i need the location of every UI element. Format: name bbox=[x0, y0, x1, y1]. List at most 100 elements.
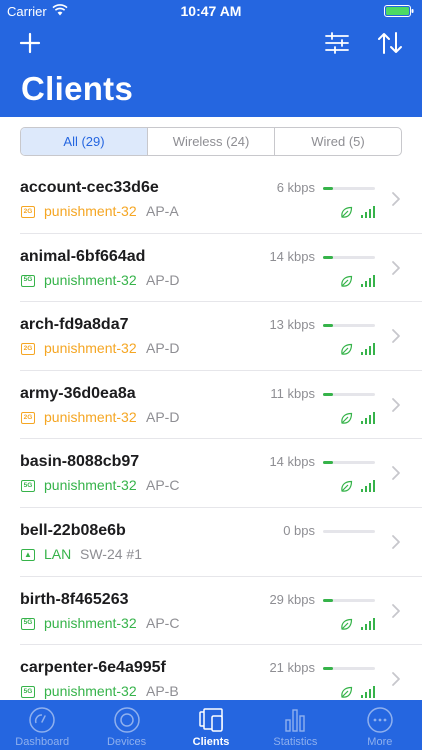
tab-label: Clients bbox=[192, 736, 230, 748]
tab-label: More bbox=[367, 736, 393, 748]
client-name: carpenter-6e4a995f bbox=[20, 659, 166, 677]
client-list: account-cec33d6e 2G punishment-32 AP-A 6 kbp… bbox=[0, 165, 422, 700]
client-row[interactable]: carpenter-6e4a995f 5G punishment-32 AP-B 21 … bbox=[0, 645, 422, 700]
usage-bar-fill bbox=[323, 461, 334, 465]
chevron-right-icon bbox=[392, 192, 400, 206]
segment-wired[interactable]: Wired (5) bbox=[275, 128, 401, 155]
tab-more[interactable]: More bbox=[338, 700, 422, 750]
usage-bar-fill bbox=[323, 324, 334, 328]
network-name: punishment-32 bbox=[44, 477, 137, 494]
access-point-name: AP-A bbox=[146, 203, 179, 219]
client-name: army-36d0ea8a bbox=[20, 384, 136, 402]
network-name: punishment-32 bbox=[44, 271, 137, 288]
throughput-rate: 29 kbps bbox=[269, 591, 315, 607]
leaf-icon bbox=[341, 206, 353, 218]
tab-devices[interactable]: Devices bbox=[84, 700, 168, 750]
leaf-icon bbox=[341, 344, 353, 355]
tab-clients[interactable]: Clients bbox=[169, 700, 253, 750]
client-row[interactable]: account-cec33d6e 2G punishment-32 AP-A 6 kbp… bbox=[0, 165, 422, 234]
throughput-rate: 13 kbps bbox=[269, 317, 315, 333]
band-badge: 5G bbox=[21, 480, 35, 493]
chevron-right-icon bbox=[392, 466, 400, 481]
dashboard-icon bbox=[29, 707, 55, 733]
usage-bar bbox=[323, 598, 375, 602]
client-row[interactable]: basin-8088cb97 5G punishment-32 AP-C 14 kbps bbox=[0, 439, 422, 508]
chevron-right-icon bbox=[392, 397, 400, 412]
usage-bar bbox=[323, 667, 375, 671]
chevron-right-icon bbox=[392, 260, 400, 275]
status-bar: Carrier 10:47 AM bbox=[0, 0, 422, 22]
client-name: basin-8088cb97 bbox=[20, 453, 140, 471]
usage-bar-fill bbox=[323, 598, 334, 602]
tab-label: Statistics bbox=[273, 736, 318, 748]
client-name: animal-6bf664ad bbox=[20, 247, 146, 265]
sort-icon[interactable] bbox=[377, 31, 403, 55]
tab-bar: Dashboard Devices Clients Statistics Mor… bbox=[0, 700, 422, 750]
chevron-right-icon bbox=[392, 672, 400, 687]
leaf-icon bbox=[341, 618, 353, 630]
leaf-icon bbox=[341, 275, 353, 287]
client-row[interactable]: army-36d0ea8a 2G punishment-32 AP-D 11 kbps bbox=[0, 371, 422, 440]
network-name: punishment-32 bbox=[44, 408, 137, 425]
throughput-rate: 21 kbps bbox=[269, 660, 315, 676]
throughput-rate: 14 kbps bbox=[269, 454, 315, 470]
filter-settings-icon[interactable] bbox=[324, 31, 350, 55]
signal-strength-icon bbox=[361, 343, 375, 356]
usage-bar bbox=[323, 324, 375, 328]
chevron-right-icon bbox=[392, 329, 400, 344]
signal-strength-icon bbox=[361, 686, 375, 699]
tab-label: Dashboard bbox=[15, 736, 70, 748]
network-name: punishment-32 bbox=[44, 203, 137, 219]
throughput-rate: 0 bps bbox=[283, 523, 315, 538]
clock: 10:47 AM bbox=[180, 3, 242, 19]
usage-bar bbox=[323, 255, 375, 259]
page-title: Clients bbox=[21, 70, 134, 107]
leaf-icon bbox=[341, 687, 353, 698]
band-badge: 2G bbox=[21, 206, 35, 218]
network-name: punishment-32 bbox=[44, 683, 137, 700]
battery-icon bbox=[384, 5, 414, 17]
access-point-name: AP-B bbox=[146, 683, 179, 700]
client-row[interactable]: animal-6bf664ad 5G punishment-32 AP-D 14 kbp… bbox=[0, 234, 422, 303]
usage-bar-fill bbox=[323, 255, 334, 259]
usage-bar-fill bbox=[323, 667, 334, 671]
client-name: bell-22b08e6b bbox=[20, 522, 126, 539]
access-point-name: AP-C bbox=[146, 614, 180, 631]
usage-bar bbox=[323, 530, 375, 533]
leaf-icon bbox=[341, 412, 353, 424]
usage-bar bbox=[323, 187, 375, 190]
client-name: arch-fd9a8da7 bbox=[20, 316, 129, 334]
signal-strength-icon bbox=[361, 411, 375, 424]
tab-label: Devices bbox=[107, 736, 147, 748]
access-point-name: AP-C bbox=[146, 477, 180, 494]
chevron-right-icon bbox=[392, 603, 400, 618]
chevron-right-icon bbox=[392, 535, 400, 549]
band-badge: 5G bbox=[21, 617, 35, 630]
tab-statistics[interactable]: Statistics bbox=[253, 700, 337, 750]
signal-strength-icon bbox=[361, 206, 375, 218]
access-point-name: AP-D bbox=[146, 271, 180, 288]
client-row[interactable]: bell-22b08e6b ▲ LAN SW-24 #1 0 bps bbox=[0, 508, 422, 577]
add-icon[interactable] bbox=[18, 31, 42, 55]
band-badge: 5G bbox=[21, 274, 35, 287]
client-filter-segmented-control: All (29) Wireless (24) Wired (5) bbox=[20, 127, 402, 156]
band-badge: 5G bbox=[21, 686, 35, 699]
throughput-rate: 6 kbps bbox=[276, 180, 315, 195]
segment-all[interactable]: All (29) bbox=[21, 128, 148, 155]
network-name: LAN bbox=[44, 546, 72, 562]
segment-wireless[interactable]: Wireless (24) bbox=[148, 128, 275, 155]
network-name: punishment-32 bbox=[44, 614, 137, 631]
band-badge: 2G bbox=[21, 411, 35, 424]
band-badge: 2G bbox=[21, 343, 35, 356]
tab-dashboard[interactable]: Dashboard bbox=[0, 700, 84, 750]
usage-bar-fill bbox=[323, 187, 334, 190]
network-name: punishment-32 bbox=[44, 340, 137, 357]
client-row[interactable]: birth-8f465263 5G punishment-32 AP-C 29 kbps bbox=[0, 577, 422, 646]
signal-strength-icon bbox=[361, 274, 375, 287]
client-row[interactable]: arch-fd9a8da7 2G punishment-32 AP-D 13 kbps bbox=[0, 302, 422, 371]
access-point-name: AP-D bbox=[146, 408, 180, 425]
signal-strength-icon bbox=[361, 617, 375, 630]
devices-icon bbox=[113, 707, 140, 733]
signal-strength-icon bbox=[361, 480, 375, 493]
throughput-rate: 11 kbps bbox=[270, 385, 315, 401]
